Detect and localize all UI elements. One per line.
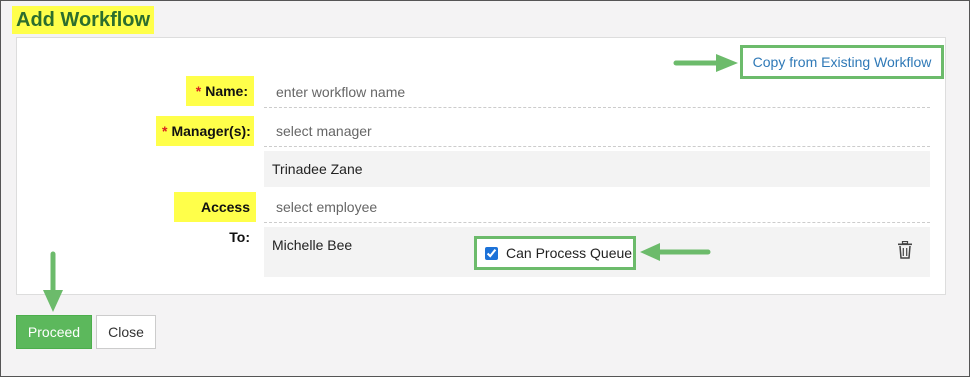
selected-manager: Trinadee Zane	[264, 151, 930, 187]
name-label: * Name:	[186, 76, 254, 106]
access-employee-select[interactable]: select employee	[264, 191, 930, 223]
manager-select[interactable]: select manager	[264, 115, 930, 147]
required-marker: *	[195, 83, 202, 99]
copy-from-existing-link[interactable]: Copy from Existing Workflow	[740, 45, 944, 79]
can-process-queue-label: Can Process Queue	[506, 245, 633, 261]
required-marker: *	[162, 123, 168, 139]
can-process-queue-checkbox[interactable]	[485, 246, 498, 260]
access-entry-name: Michelle Bee	[272, 237, 353, 253]
page-title: Add Workflow	[12, 6, 155, 34]
arrow-down-icon	[43, 251, 63, 312]
arrow-right-icon	[673, 54, 738, 72]
manager-label: * Manager(s):	[156, 116, 254, 146]
close-button[interactable]: Close	[96, 315, 156, 349]
proceed-button[interactable]: Proceed	[16, 315, 92, 349]
name-input[interactable]: enter workflow name	[264, 76, 930, 108]
trash-icon[interactable]	[897, 241, 913, 259]
access-to-label: Access To:	[174, 192, 256, 245]
can-process-queue-checkbox-wrapper[interactable]: Can Process Queue	[474, 236, 636, 270]
arrow-left-icon	[640, 243, 711, 261]
